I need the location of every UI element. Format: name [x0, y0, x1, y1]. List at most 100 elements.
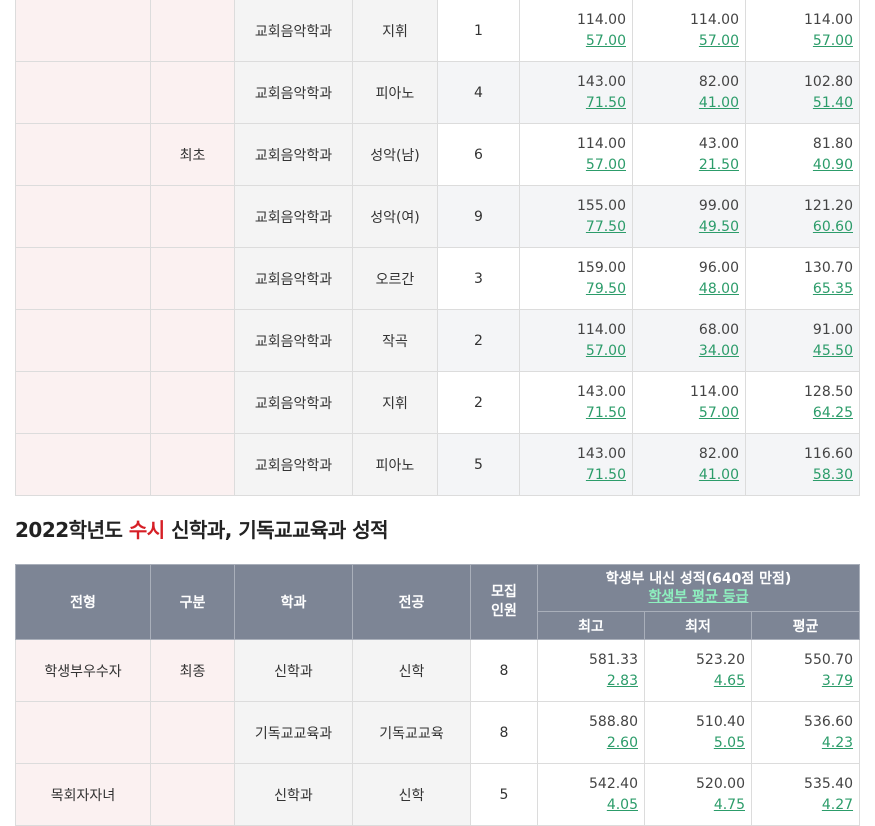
grade-link[interactable]: 40.90: [746, 155, 853, 176]
header-department: 학과: [234, 564, 353, 640]
min-score-cell: 510.40 5.05: [644, 701, 752, 764]
grade-link[interactable]: 48.00: [633, 279, 739, 300]
score-value: 536.60: [804, 713, 854, 730]
recruit-count-cell: 6: [437, 123, 520, 186]
table-row: 기독교교육과 기독교교육 8 588.80 2.60 510.40 5.05 536…: [15, 701, 861, 764]
grade-link[interactable]: 5.05: [645, 733, 745, 754]
grade-link[interactable]: 58.30: [746, 465, 853, 486]
score-value: 588.80: [589, 713, 638, 730]
grade-link[interactable]: 71.50: [520, 93, 626, 114]
grade-link[interactable]: 3.79: [752, 671, 853, 692]
grade-link[interactable]: 49.50: [633, 217, 739, 238]
table-row: 교회음악학과 지휘 1 114.00 57.00 114.00 57.00 114.…: [15, 0, 860, 62]
score-value: 116.60: [804, 445, 853, 462]
grade-link[interactable]: 45.50: [746, 341, 853, 362]
table-row: 교회음악학과 지휘 2 143.00 71.50 114.00 57.00 128.…: [15, 371, 860, 434]
header-recruit-line1: 모집: [491, 584, 517, 600]
recruit-count-cell: 8: [470, 701, 538, 764]
grade-link[interactable]: 57.00: [520, 341, 626, 362]
score-value: 114.00: [690, 383, 739, 400]
grade-link[interactable]: 4.27: [752, 795, 853, 816]
grade-link[interactable]: 77.50: [520, 217, 626, 238]
admission-type-cell: 목회자자녀: [15, 763, 151, 826]
avg-score-cell: 81.80 40.90: [745, 123, 860, 186]
major-cell: 오르간: [352, 247, 438, 310]
score-value: 550.70: [804, 651, 854, 668]
header-grade-link[interactable]: 학생부 평균 등급: [538, 588, 859, 606]
department-cell: 교회음악학과: [234, 309, 353, 372]
admission-type-cell: [15, 61, 151, 124]
admission-type-cell: [15, 309, 151, 372]
table-row: 학생부우수자 최종 신학과 신학 8 581.33 2.83 523.20 4.65…: [15, 639, 861, 702]
min-score-cell: 68.00 34.00: [632, 309, 746, 372]
grade-link[interactable]: 34.00: [633, 341, 739, 362]
department-cell: 교회음악학과: [234, 371, 353, 434]
admission-type-cell: 학생부우수자: [15, 639, 151, 702]
max-score-cell: 114.00 57.00: [519, 309, 633, 372]
admission-type-cell: [15, 123, 151, 186]
score-table-music: 교회음악학과 지휘 1 114.00 57.00 114.00 57.00 114.…: [15, 0, 860, 496]
min-score-cell: 96.00 48.00: [632, 247, 746, 310]
division-cell: [150, 371, 235, 434]
recruit-count-cell: 9: [437, 185, 520, 248]
grade-link[interactable]: 4.05: [538, 795, 638, 816]
recruit-count-cell: 2: [437, 309, 520, 372]
grade-link[interactable]: 41.00: [633, 465, 739, 486]
section-title-prefix: 2022학년도: [15, 518, 129, 542]
grade-link[interactable]: 51.40: [746, 93, 853, 114]
score-value: 523.20: [696, 651, 745, 668]
avg-score-cell: 536.60 4.23: [750, 701, 861, 764]
max-score-cell: 114.00 57.00: [519, 123, 633, 186]
grade-link[interactable]: 64.25: [746, 403, 853, 424]
grade-link[interactable]: 71.50: [520, 465, 626, 486]
recruit-count-cell: 2: [437, 371, 520, 434]
admission-type-cell: [15, 247, 151, 310]
grade-link[interactable]: 60.60: [746, 217, 853, 238]
grade-link[interactable]: 4.75: [645, 795, 745, 816]
department-cell: 신학과: [234, 763, 353, 826]
grade-link[interactable]: 21.50: [633, 155, 739, 176]
score-value: 91.00: [812, 321, 853, 338]
max-score-cell: 143.00 71.50: [519, 433, 633, 496]
grade-link[interactable]: 71.50: [520, 403, 626, 424]
min-score-cell: 523.20 4.65: [644, 639, 752, 702]
header-recruit-count: 모집 인원: [470, 564, 538, 640]
max-score-cell: 588.80 2.60: [537, 701, 645, 764]
table-row: 교회음악학과 작곡 2 114.00 57.00 68.00 34.00 91.00…: [15, 309, 860, 372]
department-cell: 기독교교육과: [234, 701, 353, 764]
grade-link[interactable]: 2.83: [538, 671, 638, 692]
grade-link[interactable]: 4.23: [752, 733, 853, 754]
grade-link[interactable]: 57.00: [633, 403, 739, 424]
avg-score-cell: 114.00 57.00: [745, 0, 860, 62]
grade-link[interactable]: 57.00: [633, 31, 739, 52]
score-value: 542.40: [589, 775, 638, 792]
major-cell: 기독교교육: [352, 701, 471, 764]
max-score-cell: 143.00 71.50: [519, 61, 633, 124]
header-score-group: 학생부 내신 성적(640점 만점) 학생부 평균 등급: [536, 564, 861, 612]
grade-link[interactable]: 65.35: [746, 279, 853, 300]
grade-link[interactable]: 57.00: [520, 155, 626, 176]
header-admission-type: 전형: [15, 564, 151, 640]
avg-score-cell: 128.50 64.25: [745, 371, 860, 434]
avg-score-cell: 130.70 65.35: [745, 247, 860, 310]
division-cell: [150, 701, 235, 764]
min-score-cell: 99.00 49.50: [632, 185, 746, 248]
header-row: 전형 구분 학과 전공 모집 인원 학생부 내신 성적(640점 만점) 학생부 평…: [15, 564, 861, 640]
recruit-count-cell: 5: [470, 763, 538, 826]
score-value: 143.00: [577, 383, 626, 400]
grade-link[interactable]: 79.50: [520, 279, 626, 300]
score-value: 535.40: [804, 775, 854, 792]
min-score-cell: 114.00 57.00: [632, 371, 746, 434]
department-cell: 교회음악학과: [234, 185, 353, 248]
major-cell: 성악(여): [352, 185, 438, 248]
grade-link[interactable]: 41.00: [633, 93, 739, 114]
min-score-cell: 82.00 41.00: [632, 61, 746, 124]
grade-link[interactable]: 2.60: [538, 733, 638, 754]
grade-link[interactable]: 57.00: [746, 31, 853, 52]
grade-link[interactable]: 4.65: [645, 671, 745, 692]
max-score-cell: 114.00 57.00: [519, 0, 633, 62]
grade-link[interactable]: 57.00: [520, 31, 626, 52]
score-value: 520.00: [696, 775, 745, 792]
table-row: 교회음악학과 피아노 4 143.00 71.50 82.00 41.00 102.…: [15, 61, 860, 124]
score-value: 581.33: [589, 651, 638, 668]
